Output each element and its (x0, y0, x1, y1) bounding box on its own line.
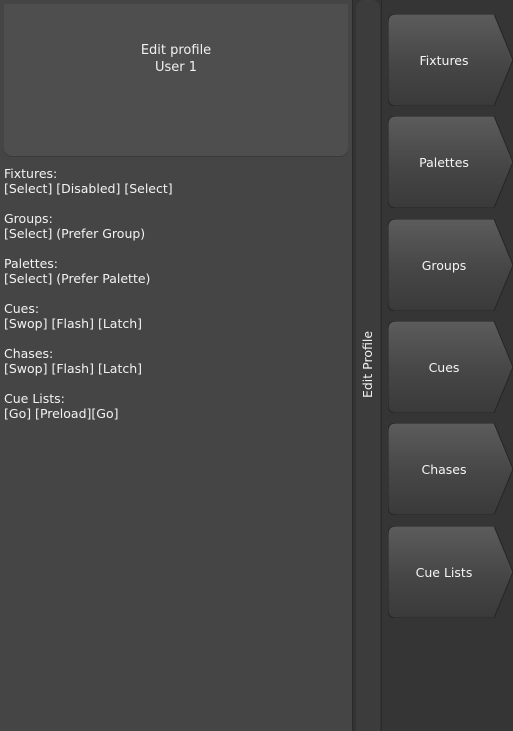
tab-edit-profile-label: Edit Profile (360, 330, 376, 398)
softkey-groups[interactable]: Groups (388, 219, 513, 311)
edit-profile-window: Edit profile User 1 Fixtures: [Select] [… (0, 0, 513, 731)
softkey-groups-label: Groups (421, 257, 467, 273)
setting-value: [Swop] [Flash] [Latch] (4, 361, 143, 376)
softkey-column: Fixtures Palettes Groups Cues Chases Cue… (382, 0, 513, 731)
setting-groups: Groups: [Select] (Prefer Group) (4, 211, 344, 241)
setting-label: Fixtures: (4, 166, 58, 181)
profile-header-title: Edit profile (140, 43, 212, 58)
setting-value: [Select] (Prefer Group) (4, 226, 146, 241)
setting-label: Cues: (4, 301, 40, 316)
profile-settings-list: Fixtures: [Select] [Disabled] [Select] G… (4, 166, 344, 436)
setting-label: Chases: (4, 346, 54, 361)
setting-label: Palettes: (4, 256, 59, 271)
setting-label: Groups: (4, 211, 53, 226)
softkey-fixtures[interactable]: Fixtures (388, 14, 513, 106)
setting-value: [Go] [Preload][Go] (4, 406, 119, 421)
setting-label: Cue Lists: (4, 391, 65, 406)
setting-value: [Select] (Prefer Palette) (4, 271, 151, 286)
softkey-cues-label: Cues (428, 359, 460, 375)
profile-header-user: User 1 (154, 60, 198, 75)
tab-edit-profile[interactable]: Edit Profile (356, 0, 380, 731)
setting-value: [Select] [Disabled] [Select] (4, 181, 173, 196)
softkey-chases-label: Chases (421, 461, 467, 477)
setting-value: [Swop] [Flash] [Latch] (4, 316, 143, 331)
setting-cues: Cues: [Swop] [Flash] [Latch] (4, 301, 344, 331)
setting-chases: Chases: [Swop] [Flash] [Latch] (4, 346, 344, 376)
softkey-chases[interactable]: Chases (388, 423, 513, 515)
profile-header-card: Edit profile User 1 (4, 4, 348, 156)
softkey-fixtures-label: Fixtures (419, 52, 469, 68)
softkey-cue-lists-label: Cue Lists (415, 564, 473, 580)
setting-palettes: Palettes: [Select] (Prefer Palette) (4, 256, 344, 286)
profile-details-panel: Edit profile User 1 Fixtures: [Select] [… (0, 0, 352, 731)
tab-edit-profile-label-wrap: Edit Profile (356, 314, 380, 414)
setting-fixtures: Fixtures: [Select] [Disabled] [Select] (4, 166, 344, 196)
side-tab-strip: Edit Profile (352, 0, 382, 731)
softkey-palettes[interactable]: Palettes (388, 116, 513, 208)
profile-header: Edit profile User 1 (4, 42, 348, 76)
softkey-cues[interactable]: Cues (388, 321, 513, 413)
softkey-palettes-label: Palettes (419, 154, 469, 170)
setting-cue-lists: Cue Lists: [Go] [Preload][Go] (4, 391, 344, 421)
softkey-cue-lists[interactable]: Cue Lists (388, 526, 513, 618)
